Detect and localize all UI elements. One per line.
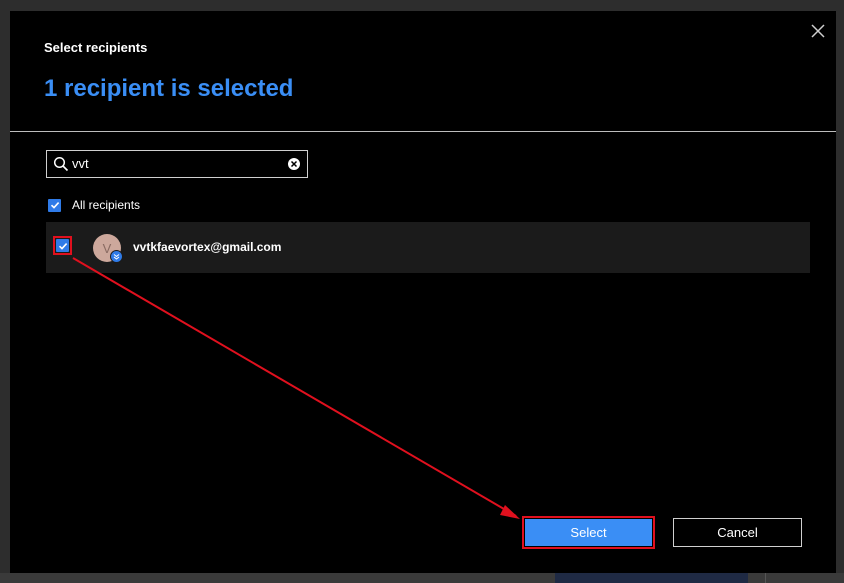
- search-field[interactable]: [46, 150, 308, 178]
- close-button[interactable]: [806, 19, 830, 43]
- clear-icon[interactable]: [287, 157, 301, 171]
- recipient-email: vvtkfaevortex@gmail.com: [133, 240, 282, 254]
- select-button[interactable]: Select: [525, 519, 652, 546]
- close-icon: [811, 24, 825, 38]
- checkmark-icon: [50, 202, 59, 209]
- checkmark-icon: [58, 242, 67, 250]
- search-icon: [53, 156, 69, 172]
- search-input[interactable]: [72, 153, 277, 173]
- dialog-subtitle: Select recipients: [44, 40, 148, 55]
- all-recipients-row[interactable]: All recipients: [48, 197, 140, 213]
- select-recipients-dialog: Select recipients 1 recipient is selecte…: [10, 11, 836, 573]
- recipient-checkbox[interactable]: [56, 239, 69, 252]
- recipient-checkbox-highlight: [53, 236, 72, 255]
- selection-count-heading: 1 recipient is selected: [44, 75, 294, 102]
- background-divider: [765, 573, 766, 583]
- cancel-button[interactable]: Cancel: [673, 518, 802, 547]
- background-panel: [555, 573, 748, 583]
- header-divider: [10, 131, 836, 132]
- verified-badge-icon: [110, 250, 123, 263]
- recipient-row[interactable]: V vvtkfaevortex@gmail.com: [46, 222, 810, 273]
- all-recipients-checkbox[interactable]: [48, 198, 61, 212]
- all-recipients-label: All recipients: [72, 198, 141, 212]
- select-button-highlight: Select: [522, 516, 655, 549]
